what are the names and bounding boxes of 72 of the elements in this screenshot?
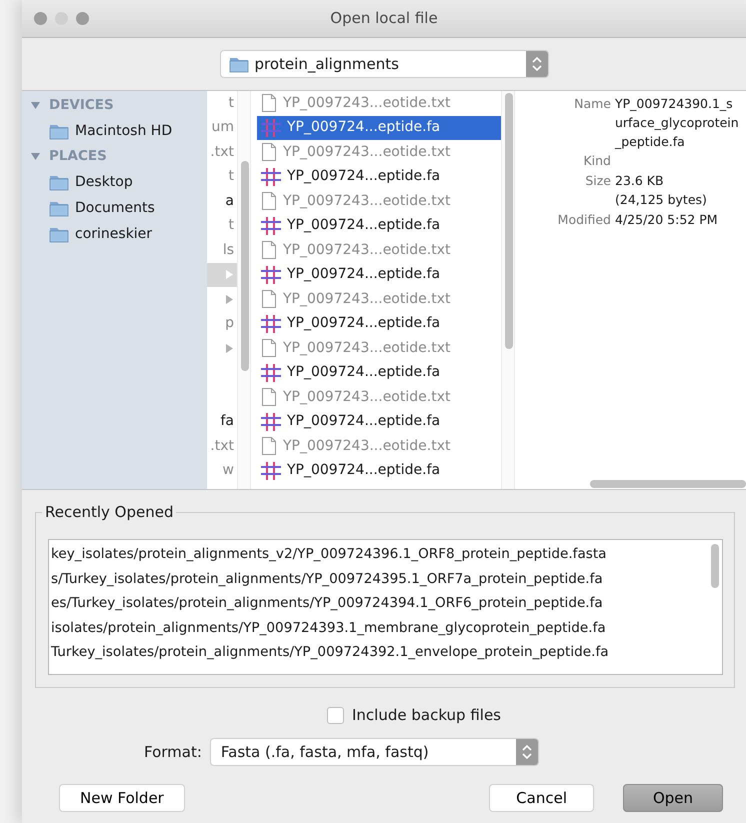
checkbox[interactable] [326,706,344,724]
grid-icon [261,460,281,481]
section-header: DEVICES [49,96,114,116]
document-icon [261,93,277,114]
location-popup[interactable]: protein_alignments [220,50,548,78]
file-row[interactable]: YP_009724...eptide.fa [257,116,501,140]
expanded-arrow-icon[interactable] [30,100,41,111]
grid-icon [261,166,281,187]
folder-icon [49,225,69,243]
scrollbar-thumb[interactable] [711,544,719,588]
dialog-button[interactable]: Cancel [489,784,594,812]
sidebar-item[interactable]: Documents [22,195,207,221]
folder-icon [49,122,69,140]
field-value: YP_009724390.1_s urface_glycoprotein _peptide.fa [615,95,739,151]
field-value: 4/25/20 5:52 PM [615,210,718,228]
folder-icon [49,173,69,191]
chevrons-icon [520,744,534,760]
section-header: PLACES [49,147,107,166]
arrow-icon [225,269,234,280]
checkbox-label: Include backup files [352,704,501,726]
scrollbar-thumb[interactable] [590,480,746,488]
file-row[interactable]: YP_009724...eptide.fa [257,360,501,385]
document-icon [261,387,277,408]
scrollbar-thumb[interactable] [505,93,513,349]
arrow-icon [225,342,234,354]
grid-icon [261,412,281,432]
file-name[interactable]: fa [220,411,234,432]
grid-icon [261,264,281,285]
folder-icon [49,199,69,217]
grid-icon [261,216,281,236]
file-row[interactable]: YP_009724...eptide.fa [257,262,501,287]
grid-icon [261,314,281,334]
dialog-button[interactable]: Open [623,784,723,812]
format-label: Format: [144,742,202,763]
expanded-arrow-icon[interactable] [30,151,41,162]
field-label: Kind [582,152,611,170]
field-label: Size [584,172,611,190]
file-row[interactable]: YP_009724...eptide.fa [257,214,501,238]
file-row[interactable]: YP_009724...eptide.fa [257,164,501,189]
file-row[interactable]: YP_009724...eptide.fa [257,458,501,483]
dialog-button[interactable]: New Folder [59,784,185,812]
recent-file-path[interactable]: es/Turkey_isolates/protein_alignments/YP_009724394.1_ORF6_protein_peptide.fa [51,591,704,616]
scrollbar-thumb[interactable] [241,161,249,371]
sidebar-item[interactable]: corineskier [22,221,207,247]
folder-row[interactable] [207,262,237,287]
window-control-button[interactable] [76,12,89,25]
recent-file-path[interactable]: s/Turkey_isolates/protein_alignments/YP_009724395.1_ORF7a_protein_peptide.fa [51,566,704,592]
field-label: Modified [556,210,611,228]
grid-icon [261,118,281,138]
document-icon [261,240,277,260]
folder-icon [228,55,248,73]
document-icon [261,142,277,162]
recent-file-path[interactable]: Turkey_isolates/protein_alignments/YP_009724392.1_envelope_protein_peptide.fa [51,640,704,665]
file-name[interactable]: a [225,190,234,212]
format-dropdown[interactable]: Fasta (.fa, fasta, mfa, fastq) [210,738,539,766]
arrow-icon [225,294,234,305]
sidebar-item[interactable]: Macintosh HD [22,118,207,144]
chevrons-icon [530,56,544,72]
window-control-button[interactable] [34,12,47,25]
field-label: Name [573,95,611,113]
field-value: 23.6 KB (24,125 bytes) [615,172,707,209]
document-icon [261,289,277,310]
document-icon [261,191,277,212]
file-row[interactable]: YP_009724...eptide.fa [257,410,501,434]
file-row[interactable]: YP_009724...eptide.fa [257,312,501,336]
document-icon [261,436,277,456]
window-title: Open local file [330,8,438,30]
recent-file-path[interactable]: key_isolates/protein_alignments_v2/YP_009724396.1_ORF8_protein_peptide.fasta [51,542,704,567]
grid-icon [261,362,281,383]
document-icon [261,338,277,358]
sidebar-item[interactable]: Desktop [22,169,207,195]
recent-file-path[interactable]: isolates/protein_alignments/YP_009724393.1_membrane_glycoprotein_peptide.fa [51,616,704,640]
